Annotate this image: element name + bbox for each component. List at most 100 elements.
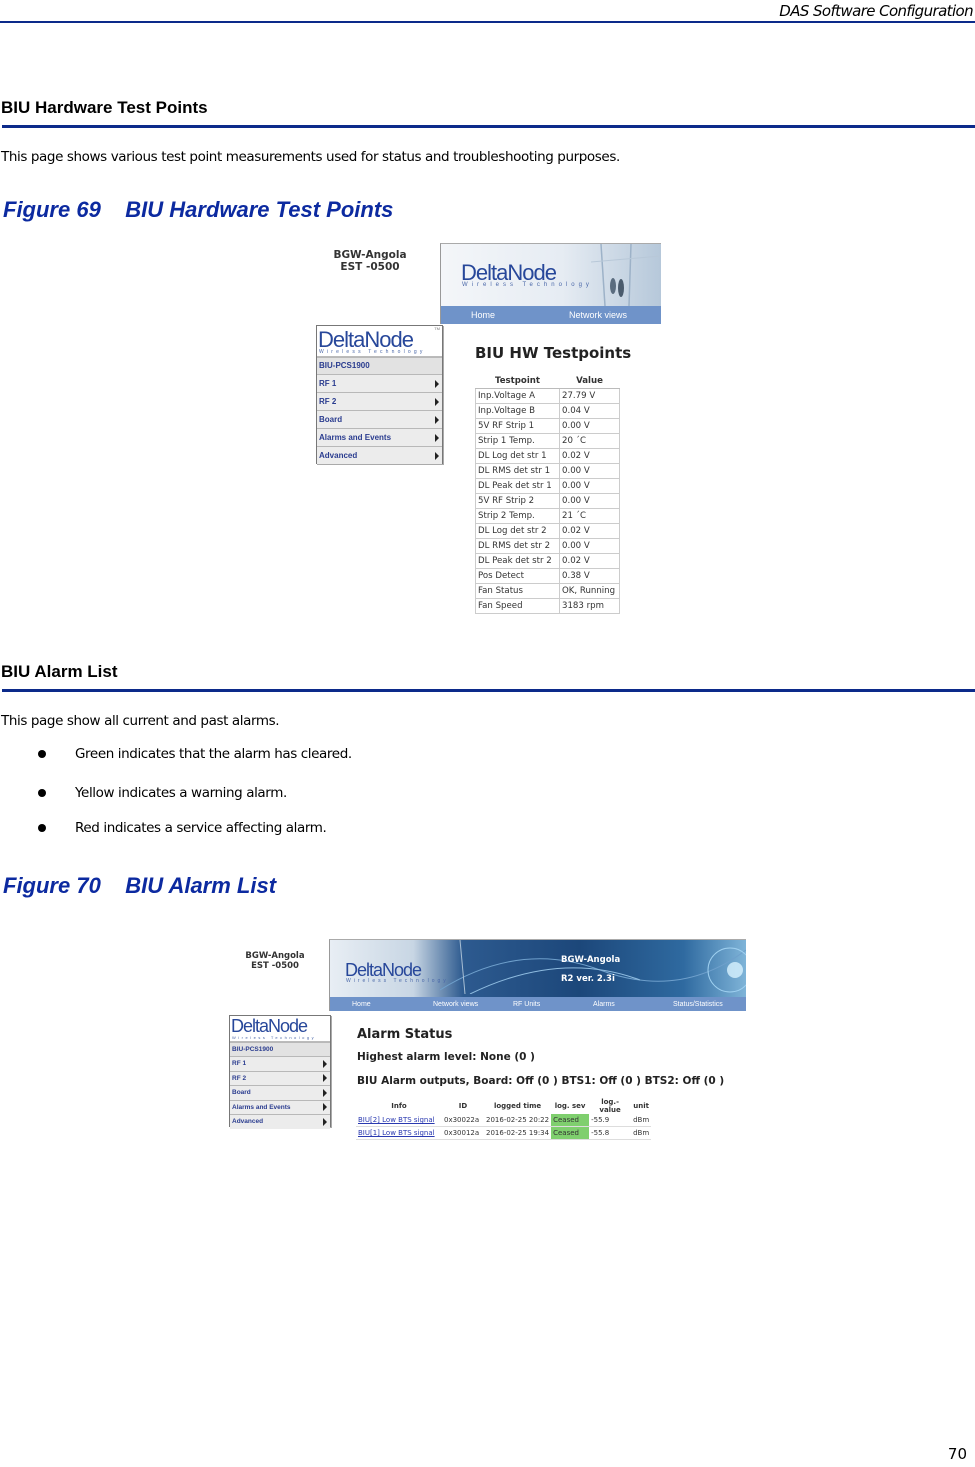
sidebar-item-label: Board: [319, 415, 343, 424]
sidebar-item-board[interactable]: Board: [317, 410, 442, 428]
table-row: DL RMS det str 2 0.00 V: [475, 538, 620, 554]
nav-network-views[interactable]: Network views: [433, 1001, 478, 1008]
nav-home[interactable]: Home: [352, 1001, 371, 1008]
figure-69-screenshot: BGW-Angola EST -0500 DeltaNode Wireless …: [310, 240, 665, 620]
header-banner: DeltaNode Wireless Technology Home Netwo…: [440, 243, 661, 324]
sidebar-item-rf2[interactable]: RF 2: [317, 392, 442, 410]
testpoint-value-cell: 0.00 V: [559, 463, 620, 479]
testpoint-name-cell: DL Peak det str 1: [475, 478, 560, 494]
sidebar-item-label: RF 1: [319, 379, 337, 388]
table-row: Strip 2 Temp. 21 ´C: [475, 508, 620, 524]
table-row: 5V RF Strip 1 0.00 V: [475, 418, 620, 434]
section-heading-alarm-list: BIU Alarm List: [1, 662, 118, 681]
table-row: Fan Speed 3183 rpm: [475, 598, 620, 614]
site-name-block: BGW-Angola EST -0500: [320, 249, 420, 273]
chevron-right-icon: [323, 1074, 327, 1083]
column-header-value: Value: [559, 374, 620, 389]
bullet-icon: [38, 789, 46, 797]
nav-network-views[interactable]: Network views: [569, 310, 627, 320]
alarm-info-link[interactable]: BIU[2] Low BTS signal: [356, 1114, 442, 1127]
header-rule: [0, 21, 975, 23]
table-row: Pos Detect 0.38 V: [475, 568, 620, 584]
sidebar-item-label: Alarms and Events: [319, 433, 392, 442]
table-header-row: Testpoint Value: [475, 374, 620, 389]
alarm-unit-cell: dBm: [631, 1126, 652, 1140]
testpoint-value-cell: 0.38 V: [559, 568, 620, 584]
sidebar-item-rf1[interactable]: RF 1: [230, 1056, 330, 1071]
alarm-info-link[interactable]: BIU[1] Low BTS signal: [356, 1126, 442, 1140]
testpoint-value-cell: 21 ´C: [559, 508, 620, 524]
sidebar-device-label: BIU-PCS1900: [317, 357, 442, 374]
column-header-id: ID: [458, 1102, 468, 1110]
chevron-right-icon: [435, 415, 439, 424]
sidebar-menu: DeltaNode Wireless Technology TM BIU-PCS…: [316, 325, 443, 464]
site-name: BGW-Angola: [245, 951, 305, 961]
testpoint-value-cell: 27.79 V: [559, 388, 620, 404]
sidebar-item-alarms-events[interactable]: Alarms and Events: [230, 1099, 330, 1114]
top-nav: Home Network views: [441, 306, 661, 324]
sidebar-item-advanced[interactable]: Advanced: [317, 446, 442, 464]
testpoint-name-cell: DL Peak det str 2: [475, 553, 560, 569]
banner-version: R2 ver. 2.3i: [561, 974, 615, 984]
testpoint-name-cell: DL RMS det str 1: [475, 463, 560, 479]
table-row: 5V RF Strip 2 0.00 V: [475, 493, 620, 509]
sidebar-item-label: RF 2: [319, 397, 337, 406]
table-row: DL Peak det str 2 0.02 V: [475, 553, 620, 569]
site-name-block: BGW-Angola EST -0500: [240, 951, 310, 971]
sidebar-item-label: RF 1: [232, 1060, 247, 1067]
alarm-time-cell: 2016-02-25 19:34: [484, 1126, 552, 1140]
table-row: Inp.Voltage B 0.04 V: [475, 403, 620, 419]
bullet-icon: [38, 824, 46, 832]
logo-subtitle: Wireless Technology: [462, 282, 593, 288]
nav-status-statistics[interactable]: Status/Statistics: [673, 1001, 723, 1008]
testpoint-name-cell: Inp.Voltage A: [475, 388, 560, 404]
column-header-testpoint: Testpoint: [475, 374, 560, 389]
section-rule: [2, 689, 975, 692]
section-heading-test-points: BIU Hardware Test Points: [1, 98, 208, 117]
alarm-severity-cell: Ceased: [551, 1126, 590, 1140]
bullet-text: Yellow indicates a warning alarm.: [75, 785, 287, 801]
page-number: 70: [947, 1445, 967, 1463]
sidebar-item-rf2[interactable]: RF 2: [230, 1070, 330, 1085]
testpoint-name-cell: Fan Speed: [475, 598, 560, 614]
table-row: BIU[1] Low BTS signal 0x30012a 2016-02-25 …: [356, 1126, 652, 1140]
testpoint-value-cell: 0.02 V: [559, 448, 620, 464]
chevron-right-icon: [323, 1088, 327, 1097]
testpoint-value-cell: 0.00 V: [559, 493, 620, 509]
chevron-right-icon: [435, 379, 439, 388]
testpoint-name-cell: Inp.Voltage B: [475, 403, 560, 419]
nav-rf-units[interactable]: RF Units: [513, 1001, 540, 1008]
alarm-unit-cell: dBm: [631, 1114, 652, 1127]
chevron-right-icon: [435, 451, 439, 460]
testpoint-value-cell: 3183 rpm: [559, 598, 620, 614]
sidebar-item-board[interactable]: Board: [230, 1085, 330, 1100]
testpoint-value-cell: 0.00 V: [559, 478, 620, 494]
alarm-value-cell: -55.9: [589, 1114, 632, 1127]
nav-home[interactable]: Home: [471, 310, 495, 320]
bullet-icon: [38, 750, 46, 758]
testpoint-value-cell: OK, Running: [559, 583, 620, 599]
sidebar-item-alarms-events[interactable]: Alarms and Events: [317, 428, 442, 446]
table-row: Fan Status OK, Running: [475, 583, 620, 599]
testpoint-name-cell: 5V RF Strip 2: [475, 493, 560, 509]
chevron-right-icon: [323, 1103, 327, 1112]
table-row: Inp.Voltage A 27.79 V: [475, 388, 620, 404]
sidebar-item-label: RF 2: [232, 1074, 247, 1082]
testpoint-value-cell: 0.02 V: [559, 523, 620, 539]
testpoint-name-cell: DL Log det str 2: [475, 523, 560, 539]
sidebar-item-advanced[interactable]: Advanced: [230, 1114, 330, 1129]
column-header-info: Info: [391, 1102, 407, 1110]
alarm-time-cell: 2016-02-25 20:22: [484, 1114, 552, 1127]
nav-alarms[interactable]: Alarms: [593, 1001, 615, 1008]
table-row: DL Log det str 2 0.02 V: [475, 523, 620, 539]
table-row: Strip 1 Temp. 20 ´C: [475, 433, 620, 449]
table-row: BIU[2] Low BTS signal 0x30022a 2016-02-25 …: [356, 1114, 652, 1127]
people-illustration-icon: [591, 244, 661, 306]
testpoint-name-cell: DL Log det str 1: [475, 448, 560, 464]
alarm-id-cell: 0x30012a: [442, 1126, 484, 1140]
running-head: DAS Software Configuration: [779, 2, 973, 20]
sidebar-item-rf1[interactable]: RF 1: [317, 374, 442, 392]
chevron-right-icon: [323, 1117, 327, 1126]
top-nav: Home Network views RF Units Alarms Statu…: [330, 997, 746, 1011]
testpoint-name-cell: 5V RF Strip 1: [475, 418, 560, 434]
